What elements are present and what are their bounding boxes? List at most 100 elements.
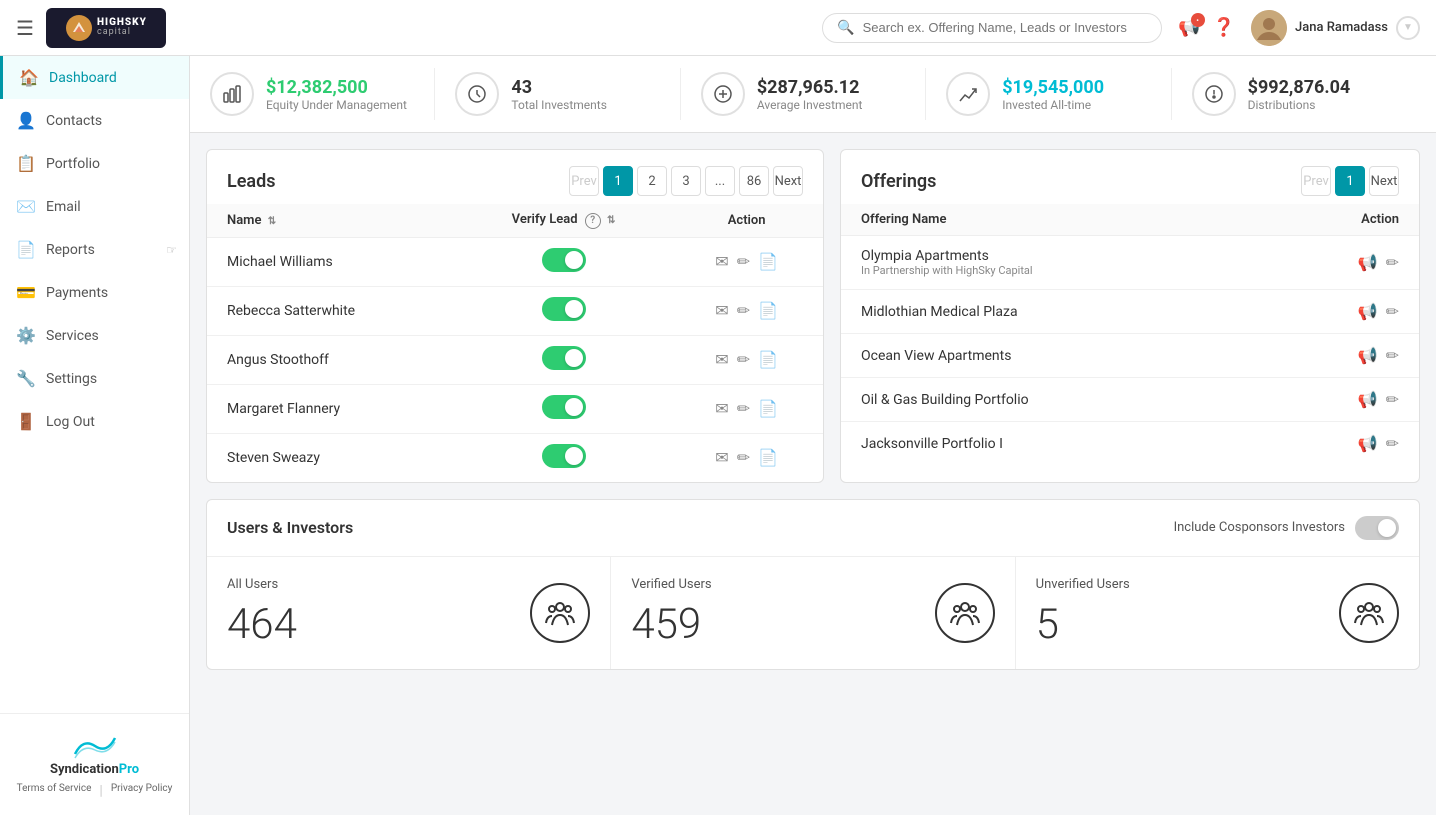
lead-verify [457,384,671,433]
verify-help-icon[interactable]: ? [585,213,601,229]
offerings-table-row: Ocean View Apartments 📢 ✏ [841,334,1419,378]
document-action-icon[interactable]: 📄 [758,301,778,320]
content-area: $12,382,500 Equity Under Management 43 T… [190,56,1436,815]
edit-action-icon[interactable]: ✏ [737,448,750,467]
megaphone-action-icon[interactable]: 📢 [1358,253,1378,272]
unverified-users-info: Unverified Users 5 [1036,577,1130,649]
logout-icon: 🚪 [16,412,36,431]
megaphone-action-icon[interactable]: 📢 [1358,302,1378,321]
syndication-logo: Syndication Pro [16,730,173,777]
offering-action: 📢 ✏ [1259,290,1419,334]
cosponsors-slider [1355,516,1399,540]
stat-average: $287,965.12 Average Investment [681,68,926,120]
email-action-icon[interactable]: ✉ [715,399,728,418]
email-action-icon[interactable]: ✉ [715,448,728,467]
email-action-icon[interactable]: ✉ [715,301,728,320]
document-action-icon[interactable]: 📄 [758,448,778,467]
edit-action-icon[interactable]: ✏ [737,350,750,369]
reports-icon: 📄 [16,240,36,259]
terms-link[interactable]: Terms of Service [17,783,92,799]
leads-page-2[interactable]: 2 [637,166,667,196]
verify-toggle[interactable] [542,248,586,272]
leads-page-3[interactable]: 3 [671,166,701,196]
sidebar-item-reports[interactable]: 📄 Reports ☞ [0,228,189,271]
leads-prev-btn[interactable]: Prev [569,166,599,196]
leads-table-body: Michael Williams ✉ ✏ 📄 Rebecca Satterwhi… [207,237,823,482]
email-action-icon[interactable]: ✉ [715,252,728,271]
leads-table-row: Margaret Flannery ✉ ✏ 📄 [207,384,823,433]
leads-next-btn[interactable]: Next [773,166,803,196]
offering-name-main: Jacksonville Portfolio I [861,436,1239,452]
verify-toggle[interactable] [542,346,586,370]
lead-verify [457,286,671,335]
user-area[interactable]: Jana Ramadass ▼ [1251,10,1420,46]
edit-offering-icon[interactable]: ✏ [1386,434,1399,453]
verify-toggle[interactable] [542,297,586,321]
search-box[interactable]: 🔍 [822,13,1162,43]
all-users-info: All Users 464 [227,577,297,649]
stat-invested-icon [946,72,990,116]
stat-investments-value: 43 [511,77,607,98]
logo-icon [65,14,93,42]
syndication-brand: Syndication [50,762,119,777]
edit-offering-icon[interactable]: ✏ [1386,390,1399,409]
users-section: Users & Investors Include Cosponsors Inv… [206,499,1420,670]
help-icon[interactable]: ❓ [1213,17,1235,38]
sidebar-item-payments[interactable]: 💳 Payments [0,271,189,314]
verify-toggle[interactable] [542,444,586,468]
stat-average-info: $287,965.12 Average Investment [757,77,863,112]
offerings-table-row: Olympia Apartments In Partnership with H… [841,236,1419,290]
cursor-indicator: ☞ [166,243,177,257]
stat-distributions: $992,876.04 Distributions [1172,68,1416,120]
all-users-icon [530,583,590,643]
logo[interactable]: HIGHSKY capital [46,8,166,48]
edit-action-icon[interactable]: ✏ [737,301,750,320]
edit-action-icon[interactable]: ✏ [737,252,750,271]
offerings-next-btn[interactable]: Next [1369,166,1399,196]
hamburger-menu[interactable]: ☰ [16,16,34,40]
sidebar-item-logout[interactable]: 🚪 Log Out [0,400,189,443]
megaphone-action-icon[interactable]: 📢 [1358,346,1378,365]
sidebar-item-services[interactable]: ⚙️ Services [0,314,189,357]
document-action-icon[interactable]: 📄 [758,399,778,418]
sidebar-item-settings[interactable]: 🔧 Settings [0,357,189,400]
megaphone-action-icon[interactable]: 📢 [1358,434,1378,453]
offerings-prev-btn[interactable]: Prev [1301,166,1331,196]
lead-name: Angus Stoothoff [207,335,457,384]
megaphone-action-icon[interactable]: 📢 [1358,390,1378,409]
offerings-table-row: Oil & Gas Building Portfolio 📢 ✏ [841,378,1419,422]
name-sort-icon[interactable]: ⇅ [268,216,276,227]
verified-users-label: Verified Users [631,577,711,592]
sidebar-label-portfolio: Portfolio [46,156,100,172]
search-input[interactable] [863,20,1148,35]
users-title: Users & Investors [227,518,353,537]
verify-sort-icon[interactable]: ⇅ [607,215,615,226]
leads-page-86[interactable]: 86 [739,166,769,196]
offerings-page-1[interactable]: 1 [1335,166,1365,196]
leads-page-1[interactable]: 1 [603,166,633,196]
document-action-icon[interactable]: 📄 [758,350,778,369]
stat-investments-info: 43 Total Investments [511,77,607,112]
sidebar-item-email[interactable]: ✉️ Email [0,185,189,228]
lead-action: ✉ ✏ 📄 [670,286,823,335]
offerings-table-row: Jacksonville Portfolio I 📢 ✏ [841,422,1419,466]
sidebar-item-portfolio[interactable]: 📋 Portfolio [0,142,189,185]
stat-distributions-info: $992,876.04 Distributions [1248,77,1351,112]
edit-offering-icon[interactable]: ✏ [1386,346,1399,365]
lead-verify [457,335,671,384]
cosponsors-toggle-switch[interactable] [1355,516,1399,540]
edit-offering-icon[interactable]: ✏ [1386,253,1399,272]
privacy-link[interactable]: Privacy Policy [111,783,173,799]
edit-action-icon[interactable]: ✏ [737,399,750,418]
document-action-icon[interactable]: 📄 [758,252,778,271]
sidebar-item-contacts[interactable]: 👤 Contacts [0,99,189,142]
leads-table-row: Rebecca Satterwhite ✉ ✏ 📄 [207,286,823,335]
email-action-icon[interactable]: ✉ [715,350,728,369]
offering-name-main: Olympia Apartments [861,248,1239,264]
sidebar-item-dashboard[interactable]: 🏠 Dashboard [0,56,189,99]
offering-name: Ocean View Apartments [841,334,1259,378]
notification-icon[interactable]: 📢 • [1178,17,1200,38]
verify-toggle[interactable] [542,395,586,419]
all-users-card: All Users 464 [207,557,611,669]
edit-offering-icon[interactable]: ✏ [1386,302,1399,321]
